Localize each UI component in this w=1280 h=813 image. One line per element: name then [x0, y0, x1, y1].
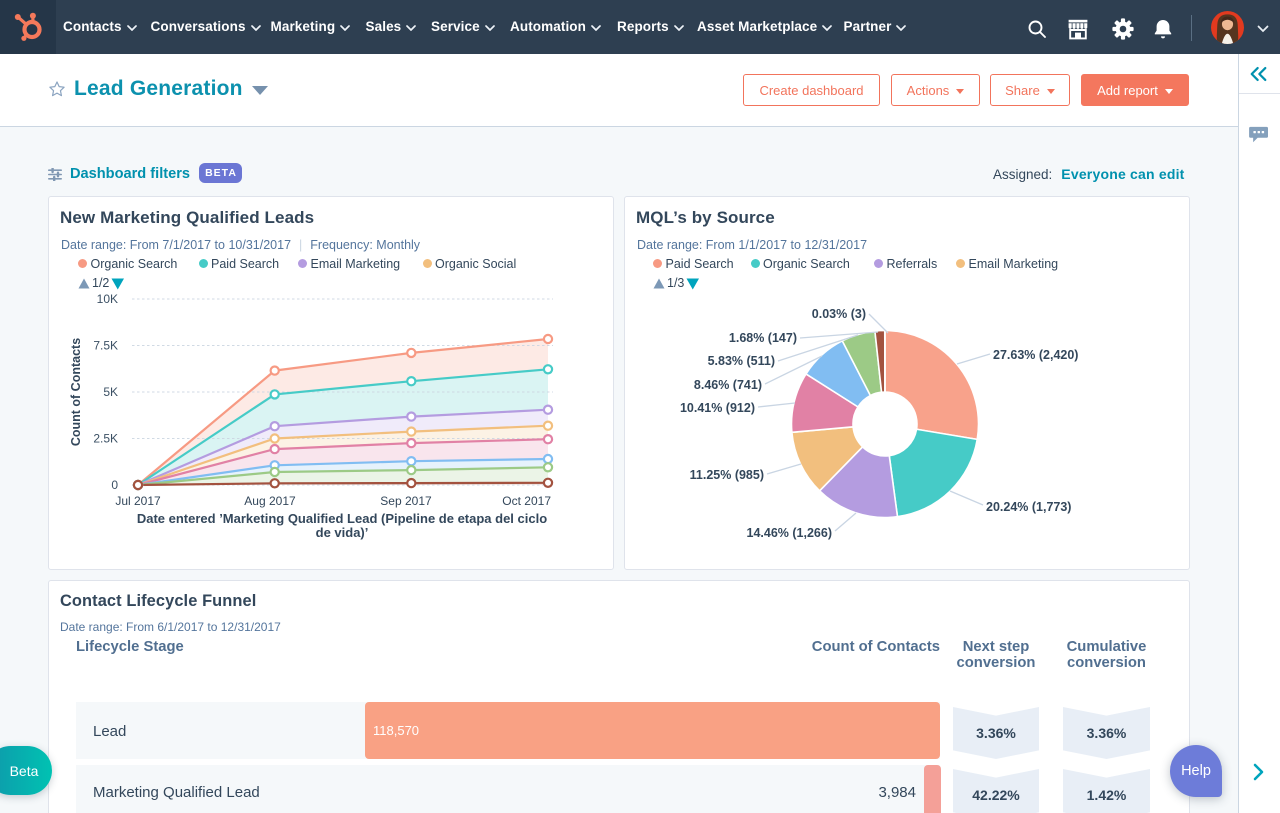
svg-text:1.68% (147): 1.68% (147)	[729, 331, 797, 345]
svg-text:Oct 2017: Oct 2017	[502, 494, 551, 508]
svg-text:27.63% (2,420): 27.63% (2,420)	[993, 348, 1078, 362]
svg-text:10.41% (912): 10.41% (912)	[680, 401, 755, 415]
svg-text:Count of Contacts: Count of Contacts	[69, 338, 83, 446]
svg-text:Aug 2017: Aug 2017	[244, 494, 296, 508]
svg-text:Sep 2017: Sep 2017	[380, 494, 432, 508]
svg-text:Jul 2017: Jul 2017	[115, 494, 161, 508]
svg-text:14.46% (1,266): 14.46% (1,266)	[747, 526, 832, 540]
svg-text:8.46% (741): 8.46% (741)	[694, 378, 762, 392]
svg-text:5K: 5K	[103, 385, 118, 399]
svg-text:de vida)’: de vida)’	[316, 525, 369, 540]
svg-text:2.5K: 2.5K	[93, 432, 118, 446]
svg-text:Date entered ’Marketing Qualif: Date entered ’Marketing Qualified Lead (…	[137, 511, 547, 526]
svg-text:0: 0	[111, 478, 118, 492]
svg-text:5.83% (511): 5.83% (511)	[708, 354, 775, 368]
svg-text:11.25% (985): 11.25% (985)	[690, 468, 764, 482]
svg-text:7.5K: 7.5K	[93, 339, 118, 353]
svg-text:0.03% (3): 0.03% (3)	[812, 307, 866, 321]
svg-text:10K: 10K	[97, 292, 118, 306]
svg-text:20.24% (1,773): 20.24% (1,773)	[986, 500, 1071, 514]
